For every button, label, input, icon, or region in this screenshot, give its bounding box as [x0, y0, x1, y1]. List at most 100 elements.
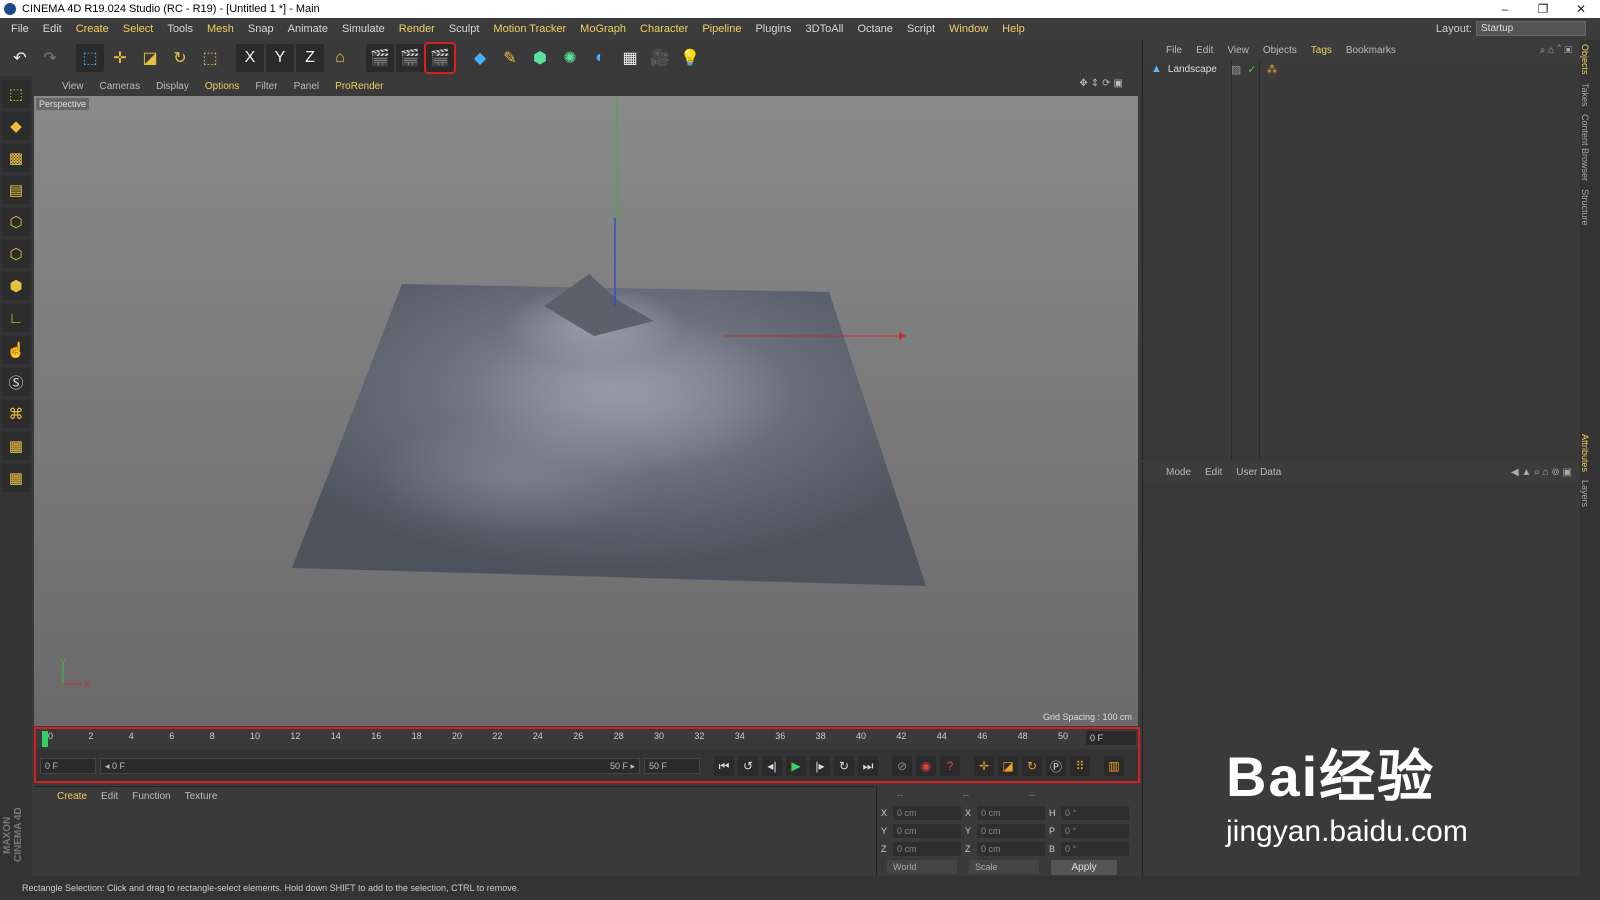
record-position-icon[interactable]: ✛ — [974, 756, 994, 776]
menu-window[interactable]: Window — [942, 23, 995, 35]
timeline-ruler[interactable]: 0 F 0 2 4 6 8 10 12 14 16 18 20 22 24 26 28 30 32 34 36 38 4… — [36, 729, 1138, 749]
restore-button[interactable]: ❐ — [1524, 2, 1562, 16]
go-to-start-button[interactable]: ⏮ — [714, 756, 734, 776]
edges-mode-icon[interactable]: ⬡ — [2, 240, 30, 268]
attr-menu-mode[interactable]: Mode — [1159, 467, 1198, 478]
tab-attributes[interactable]: Attributes — [1580, 430, 1590, 476]
position-y-field[interactable]: 0 cm — [893, 824, 961, 838]
render-picture-viewer-icon[interactable]: 🎬 — [396, 44, 424, 72]
mat-menu-edit[interactable]: Edit — [94, 791, 125, 802]
rotation-p-field[interactable]: 0 ° — [1061, 824, 1129, 838]
z-axis-icon[interactable]: Z — [296, 44, 324, 72]
close-button[interactable]: ✕ — [1562, 2, 1600, 16]
size-y-field[interactable]: 0 cm — [977, 824, 1045, 838]
size-x-field[interactable]: 0 cm — [977, 806, 1045, 820]
locked-workplane-icon[interactable]: ▦ — [2, 464, 30, 492]
edit-render-settings-icon[interactable]: 🎬 — [424, 42, 456, 74]
record-parameter-icon[interactable]: Ⓟ — [1046, 756, 1066, 776]
visibility-toggle-icon[interactable]: ▨ — [1231, 63, 1241, 76]
size-z-field[interactable]: 0 cm — [977, 842, 1045, 856]
menu-plugins[interactable]: Plugins — [748, 23, 798, 35]
go-to-end-button[interactable]: ⏭ — [858, 756, 878, 776]
menu-sculpt[interactable]: Sculpt — [442, 23, 487, 35]
solo-icon[interactable]: Ⓢ — [2, 368, 30, 396]
floor-icon[interactable]: ▦ — [616, 44, 644, 72]
axis-mode-icon[interactable]: ∟ — [2, 304, 30, 332]
vp-menu-prorender[interactable]: ProRender — [327, 81, 391, 92]
tab-structure[interactable]: Structure — [1580, 185, 1590, 230]
menu-help[interactable]: Help — [995, 23, 1032, 35]
workplane-mode-icon[interactable]: ▤ — [2, 176, 30, 204]
coordinate-mode-dropdown[interactable]: World — [887, 860, 957, 874]
undo-icon[interactable]: ↶ — [6, 44, 34, 72]
menu-pipeline[interactable]: Pipeline — [695, 23, 748, 35]
menu-script[interactable]: Script — [900, 23, 942, 35]
current-frame-field[interactable]: 0 F — [1086, 731, 1136, 745]
rotation-b-field[interactable]: 0 ° — [1061, 842, 1129, 856]
obj-menu-bookmarks[interactable]: Bookmarks — [1339, 45, 1403, 56]
menu-motion-tracker[interactable]: Motion Tracker — [486, 23, 573, 35]
menu-3dtoall[interactable]: 3DToAll — [799, 23, 851, 35]
texture-mode-icon[interactable]: ▩ — [2, 144, 30, 172]
object-name[interactable]: Landscape — [1168, 64, 1217, 75]
previous-frame-button[interactable]: ◂| — [762, 756, 782, 776]
light-icon[interactable]: 💡 — [676, 44, 704, 72]
perspective-viewport[interactable]: Perspective Y X Grid Spacing : 100 cm — [34, 96, 1138, 726]
points-mode-icon[interactable]: ⬡ — [2, 208, 30, 236]
frame-range-slider[interactable]: ◂ 0 F 50 F ▸ — [100, 758, 640, 774]
motion-record-icon[interactable]: ⊘ — [892, 756, 912, 776]
menu-render[interactable]: Render — [392, 23, 442, 35]
polygons-mode-icon[interactable]: ⬢ — [2, 272, 30, 300]
enabled-check-icon[interactable]: ✓ — [1247, 63, 1256, 76]
layout-dropdown[interactable]: Startup — [1476, 21, 1586, 36]
mat-menu-texture[interactable]: Texture — [178, 791, 225, 802]
cube-icon[interactable]: ◆ — [466, 44, 494, 72]
workplane-icon[interactable]: ▦ — [2, 432, 30, 460]
tab-objects[interactable]: Objects — [1580, 40, 1590, 79]
obj-menu-objects[interactable]: Objects — [1256, 45, 1304, 56]
model-mode-icon[interactable]: ◆ — [2, 112, 30, 140]
tab-content-browser[interactable]: Content Browser — [1580, 110, 1590, 185]
menu-animate[interactable]: Animate — [281, 23, 335, 35]
position-x-field[interactable]: 0 cm — [893, 806, 961, 820]
deformer-icon[interactable]: ◐ — [586, 44, 614, 72]
mat-menu-create[interactable]: Create — [50, 791, 94, 802]
obj-menu-view[interactable]: View — [1220, 45, 1256, 56]
menu-mograph[interactable]: MoGraph — [573, 23, 633, 35]
position-z-field[interactable]: 0 cm — [893, 842, 961, 856]
rotation-h-field[interactable]: 0 ° — [1061, 806, 1129, 820]
x-axis-icon[interactable]: X — [236, 44, 264, 72]
menu-select[interactable]: Select — [116, 23, 161, 35]
next-frame-button[interactable]: |▸ — [810, 756, 830, 776]
vp-menu-panel[interactable]: Panel — [286, 81, 328, 92]
object-row-landscape[interactable]: ▲ Landscape ▨ ✓ ⁂ — [1143, 60, 1578, 78]
scale-icon[interactable]: ◪ — [136, 44, 164, 72]
record-rotation-icon[interactable]: ↻ — [1022, 756, 1042, 776]
make-editable-icon[interactable]: ⬚ — [2, 80, 30, 108]
obj-menu-tags[interactable]: Tags — [1304, 45, 1339, 56]
obj-menu-edit[interactable]: Edit — [1189, 45, 1220, 56]
end-frame-field[interactable]: 50 F — [644, 758, 700, 774]
material-tag-icon[interactable]: ⁂ — [1266, 63, 1277, 76]
transform-mode-dropdown[interactable]: Scale — [969, 860, 1039, 874]
menu-edit[interactable]: Edit — [36, 23, 69, 35]
menu-tools[interactable]: Tools — [160, 23, 200, 35]
live-select-icon[interactable]: ⬚ — [76, 44, 104, 72]
menu-simulate[interactable]: Simulate — [335, 23, 392, 35]
vp-menu-display[interactable]: Display — [148, 81, 197, 92]
move-icon[interactable]: ✛ — [106, 44, 134, 72]
obj-menu-file[interactable]: File — [1159, 45, 1189, 56]
menu-mesh[interactable]: Mesh — [200, 23, 241, 35]
menu-snap[interactable]: Snap — [241, 23, 281, 35]
menu-octane[interactable]: Octane — [850, 23, 899, 35]
mat-menu-function[interactable]: Function — [125, 791, 177, 802]
tab-layers[interactable]: Layers — [1580, 476, 1590, 511]
next-key-button[interactable]: ↻ — [834, 756, 854, 776]
previous-key-button[interactable]: ↺ — [738, 756, 758, 776]
y-axis-icon[interactable]: Y — [266, 44, 294, 72]
enable-snap-icon[interactable]: ⌘ — [2, 400, 30, 428]
tab-takes[interactable]: Takes — [1580, 79, 1590, 111]
play-button[interactable]: ▶ — [786, 756, 806, 776]
pen-icon[interactable]: ✎ — [496, 44, 524, 72]
record-scale-icon[interactable]: ◪ — [998, 756, 1018, 776]
